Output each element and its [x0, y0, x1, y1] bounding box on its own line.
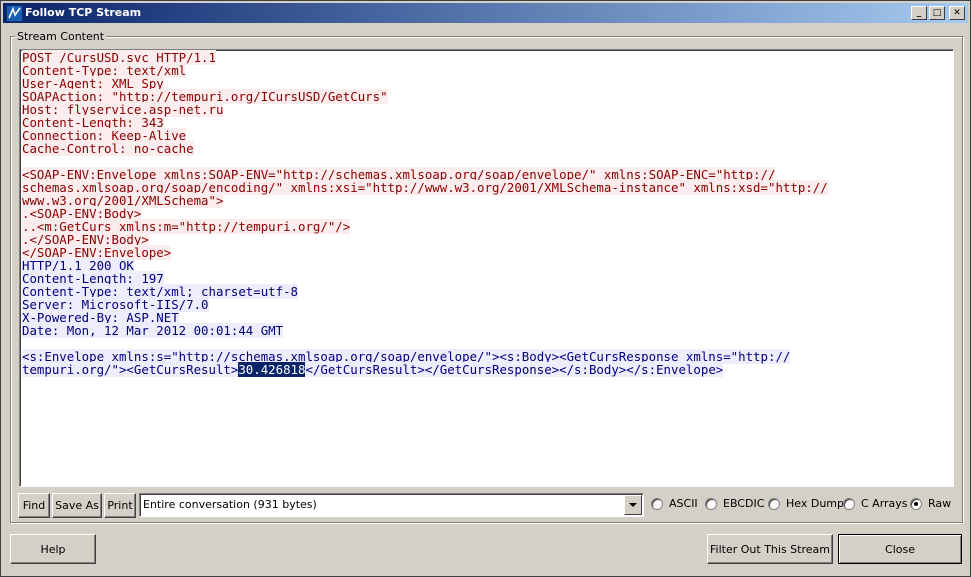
- save-as-button[interactable]: Save As: [52, 493, 102, 518]
- close-button-label: Close: [885, 542, 915, 556]
- response-last-line-before: tempuri.org/"><GetCursResult>: [22, 362, 239, 377]
- chevron-down-icon[interactable]: [624, 495, 642, 515]
- radio-hex-dump-label: Hex Dump: [786, 497, 844, 510]
- radio-ebcdic-circle[interactable]: [705, 497, 717, 510]
- help-button[interactable]: Help: [10, 534, 96, 564]
- response-block: HTTP/1.1 200 OK Content-Length: 197 Cont…: [22, 258, 791, 364]
- maximize-button[interactable]: □: [929, 6, 945, 20]
- print-button[interactable]: Print: [104, 493, 136, 518]
- radio-ascii-label: ASCII: [669, 497, 698, 510]
- request-block: POST /CursUSD.svc HTTP/1.1 Content-Type:…: [22, 50, 828, 260]
- radio-raw-label: Raw: [928, 497, 952, 510]
- request-line: Cache-Control: no-cache: [22, 141, 194, 156]
- title-bar[interactable]: Follow TCP Stream _ □ ✕: [3, 3, 968, 23]
- radio-raw[interactable]: Raw: [910, 497, 951, 510]
- response-last-line-after: </GetCursResult></GetCursResponse></s:Bo…: [305, 362, 724, 377]
- conversation-select-value: Entire conversation (931 bytes): [143, 498, 317, 511]
- minimize-icon: _: [916, 7, 922, 18]
- close-button[interactable]: Close: [838, 534, 962, 564]
- wireshark-app-icon: [6, 5, 23, 22]
- radio-raw-circle[interactable]: [910, 497, 922, 510]
- filter-out-stream-button[interactable]: Filter Out This Stream: [707, 534, 833, 564]
- radio-c-arrays[interactable]: C Arrays: [843, 497, 908, 510]
- radio-ebcdic[interactable]: EBCDIC: [705, 497, 764, 510]
- minimize-button[interactable]: _: [911, 6, 927, 20]
- radio-c-arrays-label: C Arrays: [861, 497, 908, 510]
- follow-tcp-stream-window: Follow TCP Stream _ □ ✕ Stream Content P…: [0, 0, 971, 577]
- close-window-button[interactable]: ✕: [949, 6, 965, 20]
- stream-text[interactable]: POST /CursUSD.svc HTTP/1.1 Content-Type:…: [20, 50, 953, 377]
- window-title: Follow TCP Stream: [25, 6, 142, 19]
- find-button-label: Find: [22, 499, 46, 512]
- radio-c-arrays-circle[interactable]: [843, 497, 855, 510]
- radio-ascii[interactable]: ASCII: [651, 497, 698, 510]
- radio-ascii-circle[interactable]: [651, 497, 663, 510]
- help-button-label: Help: [40, 542, 66, 556]
- selected-text[interactable]: 30.426818: [238, 362, 306, 377]
- stream-text-area[interactable]: POST /CursUSD.svc HTTP/1.1 Content-Type:…: [19, 49, 954, 487]
- stream-controls: Find Save As Print Entire conversation (…: [18, 493, 958, 519]
- stream-content-label: Stream Content: [15, 30, 107, 43]
- radio-ebcdic-label: EBCDIC: [723, 497, 765, 510]
- filter-out-stream-label: Filter Out This Stream: [710, 542, 830, 556]
- save-as-button-label: Save As: [55, 499, 99, 512]
- close-icon: ✕: [953, 7, 961, 18]
- conversation-select[interactable]: Entire conversation (931 bytes): [139, 493, 644, 517]
- radio-hex-dump-circle[interactable]: [768, 497, 780, 510]
- response-line: Date: Mon, 12 Mar 2012 00:01:44 GMT: [22, 323, 284, 338]
- find-button[interactable]: Find: [18, 493, 50, 518]
- maximize-icon: □: [932, 7, 942, 18]
- radio-hex-dump[interactable]: Hex Dump: [768, 497, 844, 510]
- print-button-label: Print: [107, 499, 133, 512]
